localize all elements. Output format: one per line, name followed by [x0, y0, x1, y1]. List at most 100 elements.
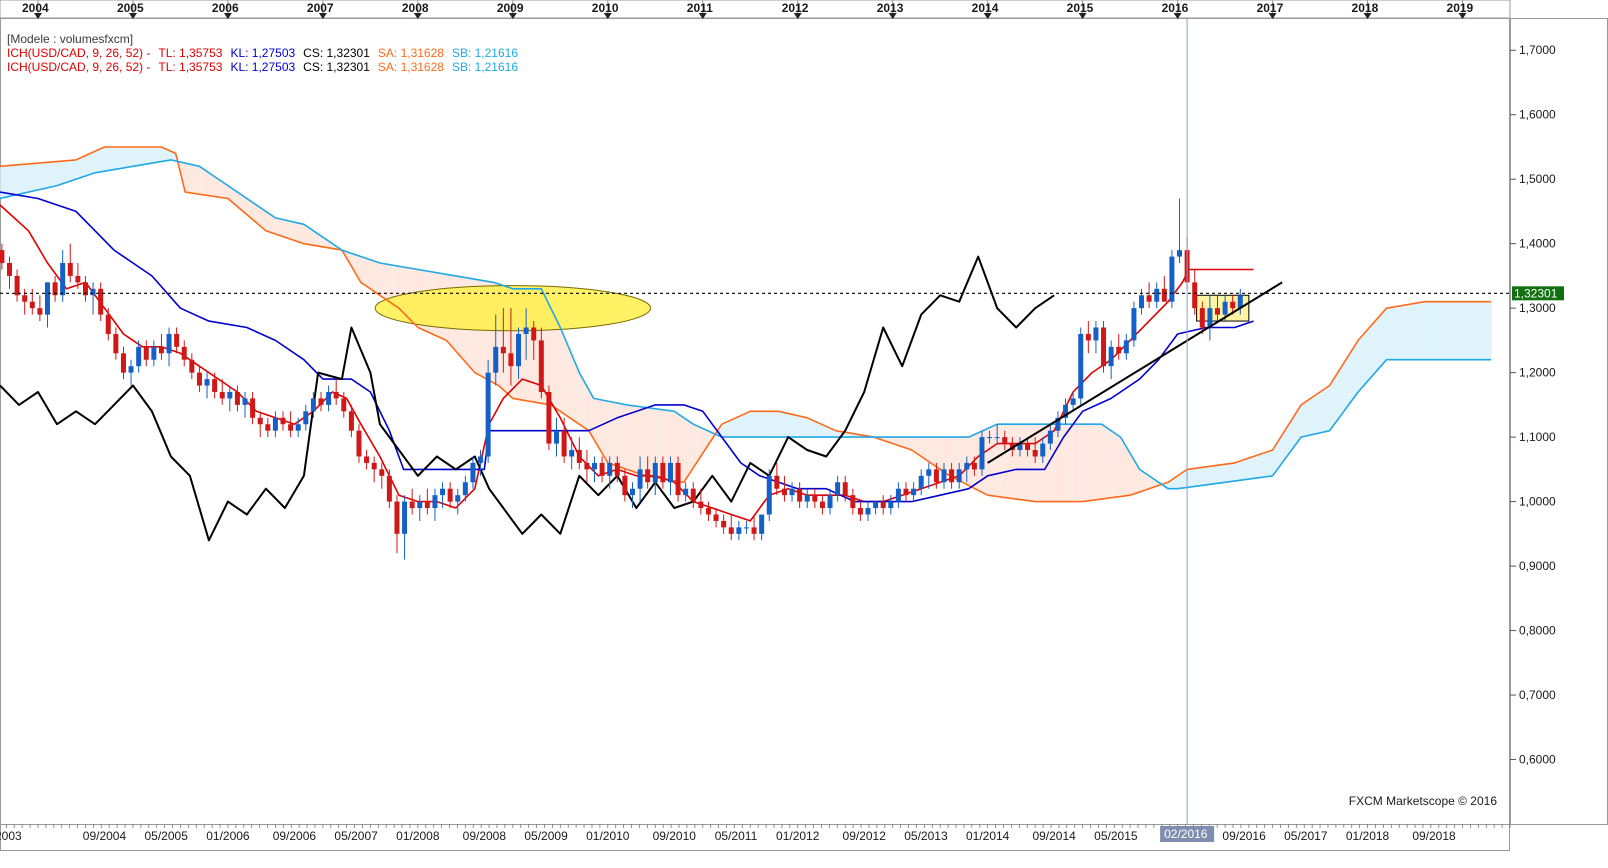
- candle-body: [181, 346, 187, 360]
- date-tick-label: 01/2008: [396, 829, 440, 843]
- candle-body: [1116, 346, 1122, 354]
- candle-body: [523, 327, 529, 334]
- candle-body: [234, 391, 240, 405]
- price-tick-label: 0,7000: [1519, 688, 1556, 702]
- candle-body: [1199, 308, 1205, 328]
- date-tick-label: 05/2005: [144, 829, 188, 843]
- candle-body: [607, 462, 613, 476]
- candle-body: [911, 488, 917, 496]
- candle-body: [303, 411, 309, 425]
- candle-body: [979, 437, 985, 470]
- candle-body: [759, 514, 765, 534]
- candle-body: [1192, 282, 1198, 309]
- candle-body: [789, 488, 795, 496]
- candle-body: [850, 495, 856, 509]
- candle-body: [219, 391, 225, 399]
- date-tick-label: 09/2012: [843, 829, 887, 843]
- legend-prefix: ICH(USD/CAD, 9, 26, 52) -: [7, 46, 150, 60]
- candle-body: [14, 275, 20, 296]
- candle-body: [531, 327, 537, 341]
- candle-body: [592, 462, 598, 470]
- candle-body: [683, 488, 689, 496]
- candle-body: [386, 475, 392, 502]
- candle-body: [1032, 450, 1038, 457]
- candle-body: [1047, 430, 1053, 444]
- candle-body: [1025, 443, 1031, 451]
- date-tick-label: 05/2017: [1284, 829, 1328, 843]
- candle-body: [288, 424, 294, 431]
- year-tick-label: 2015: [1067, 1, 1094, 15]
- price-tick-label: 1,7000: [1519, 43, 1556, 57]
- legend-item-kl: KL: 1,27503: [230, 60, 295, 74]
- candle-body: [546, 391, 552, 444]
- candle-body: [1070, 398, 1076, 405]
- candle-body: [1078, 333, 1084, 399]
- candle-body: [310, 398, 316, 412]
- candle-body: [379, 469, 385, 476]
- candle-body: [485, 372, 491, 457]
- candle-body: [250, 398, 256, 418]
- date-tick-label: 05/2013: [904, 829, 948, 843]
- candle-body: [561, 430, 567, 457]
- year-tick-label: 2012: [782, 1, 809, 15]
- candle-body: [895, 488, 901, 502]
- candle-body: [1131, 308, 1137, 341]
- year-tick-label: 2005: [117, 1, 144, 15]
- candle-body: [1214, 308, 1220, 315]
- date-tick-label: 09/2010: [653, 829, 697, 843]
- candle-body: [364, 456, 370, 463]
- candle-body: [1222, 301, 1228, 315]
- indicator-legend-line: ICH(USD/CAD, 9, 26, 52) - TL: 1,35753 KL: …: [7, 60, 518, 74]
- candle-body: [151, 346, 157, 360]
- candle-body: [470, 462, 476, 483]
- candle-body: [136, 346, 142, 367]
- candle-body: [705, 508, 711, 515]
- model-label: [Modele : volumesfxcm]: [7, 32, 133, 46]
- candle-body: [728, 527, 734, 534]
- price-tick-label: 1,6000: [1519, 108, 1556, 122]
- candle-body: [6, 263, 12, 276]
- candle-body: [637, 469, 643, 489]
- candle-body: [629, 488, 635, 496]
- date-tick-label: 01/2010: [586, 829, 630, 843]
- year-tick-label: 2010: [592, 1, 619, 15]
- legend-item-kl: KL: 1,27503: [230, 46, 295, 60]
- candle-body: [272, 417, 278, 431]
- date-tick-label: 09/2006: [273, 829, 317, 843]
- date-tick-label: 05/2011: [715, 829, 758, 843]
- candle-body: [690, 488, 696, 502]
- candle-body: [174, 333, 180, 347]
- year-tick-label: 2006: [212, 1, 239, 15]
- candle-body: [67, 263, 73, 276]
- candle-body: [90, 288, 96, 296]
- candle-body: [652, 462, 658, 483]
- indicator-legend-line: ICH(USD/CAD, 9, 26, 52) - TL: 1,35753 KL: …: [7, 46, 518, 60]
- candle-body: [1230, 301, 1236, 309]
- candle-body: [204, 379, 210, 386]
- price-tick-label: 0,8000: [1519, 624, 1556, 638]
- candle-body: [865, 508, 871, 515]
- year-tick-label: 2014: [972, 1, 999, 15]
- candle-body: [1002, 437, 1008, 444]
- candle-body: [371, 462, 377, 470]
- candle-body: [424, 501, 430, 509]
- legend-item-tl: TL: 1,35753: [158, 46, 222, 60]
- candle-body: [667, 462, 673, 483]
- date-tick-label: 05/2007: [334, 829, 378, 843]
- candle-body: [1123, 340, 1129, 354]
- candle-body: [478, 456, 484, 463]
- candle-body: [98, 288, 104, 315]
- candle-body: [554, 430, 560, 444]
- candle-body: [341, 398, 347, 412]
- candle-body: [44, 282, 50, 315]
- cursor-date-label: 02/2016: [1164, 827, 1208, 841]
- candle-body: [105, 314, 111, 334]
- legend-item-cs: CS: 1,32301: [303, 46, 370, 60]
- candle-body: [265, 424, 271, 431]
- candle-body: [599, 462, 605, 476]
- year-tick-label: 2017: [1257, 1, 1284, 15]
- candle-body: [827, 495, 833, 509]
- ichimoku-chart: 0,6000 0,7000 0,8000 0,9000 1,0000 1,1000 1,20…: [0, 0, 1608, 868]
- candle-body: [835, 482, 841, 496]
- candle-body: [257, 417, 263, 425]
